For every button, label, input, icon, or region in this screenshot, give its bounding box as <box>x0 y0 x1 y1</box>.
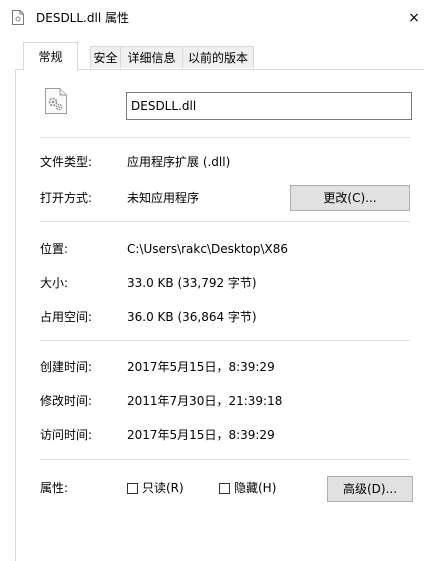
accessed-label: 访问时间: <box>40 428 93 442</box>
location-value: C:\Users\rakc\Desktop\X86 <box>127 242 289 256</box>
size-value: 33.0 KB (33,792 字节) <box>127 276 257 290</box>
advanced-button[interactable]: 高级(D)... <box>327 476 413 502</box>
checkbox-box[interactable] <box>127 482 138 494</box>
size-label: 大小: <box>40 276 69 290</box>
size-on-disk-value: 36.0 KB (36,864 字节) <box>127 310 257 324</box>
file-name-field[interactable]: DESDLL.dll <box>126 92 412 120</box>
created-label: 创建时间: <box>40 360 93 374</box>
separator <box>40 137 410 138</box>
tab-general[interactable]: 常规 <box>23 42 78 70</box>
open-with-value: 未知应用程序 <box>127 191 200 205</box>
tab-security[interactable]: 安全 <box>90 46 121 68</box>
tab-details[interactable]: 详细信息 <box>120 46 183 68</box>
tab-previous-versions[interactable]: 以前的版本 <box>182 46 254 68</box>
title-bar: DESDLL.dll 属性 × <box>0 0 424 36</box>
location-label: 位置: <box>40 242 69 256</box>
modified-value: 2011年7月30日，21:39:18 <box>127 394 283 408</box>
modified-label: 修改时间: <box>40 394 93 408</box>
attributes-label: 属性: <box>40 481 69 495</box>
file-type-value: 应用程序扩展 (.dll) <box>127 155 231 169</box>
separator <box>40 459 410 460</box>
window-title: DESDLL.dll 属性 <box>36 11 129 25</box>
close-button[interactable]: × <box>404 6 424 30</box>
open-with-label: 打开方式: <box>40 191 93 205</box>
change-button[interactable]: 更改(C)... <box>290 185 410 211</box>
readonly-checkbox[interactable]: 只读(R) <box>127 480 184 496</box>
accessed-value: 2017年5月15日，8:39:29 <box>127 428 275 442</box>
dll-gear-icon <box>45 88 67 114</box>
created-value: 2017年5月15日，8:39:29 <box>127 360 275 374</box>
separator <box>40 221 410 222</box>
checkbox-box[interactable] <box>219 482 230 494</box>
hidden-label: 隐藏(H) <box>234 481 277 495</box>
hidden-checkbox[interactable]: 隐藏(H) <box>219 480 276 496</box>
readonly-label: 只读(R) <box>142 481 184 495</box>
separator <box>40 340 410 341</box>
document-icon <box>12 10 24 25</box>
file-type-label: 文件类型: <box>40 155 93 169</box>
size-on-disk-label: 占用空间: <box>40 310 93 324</box>
